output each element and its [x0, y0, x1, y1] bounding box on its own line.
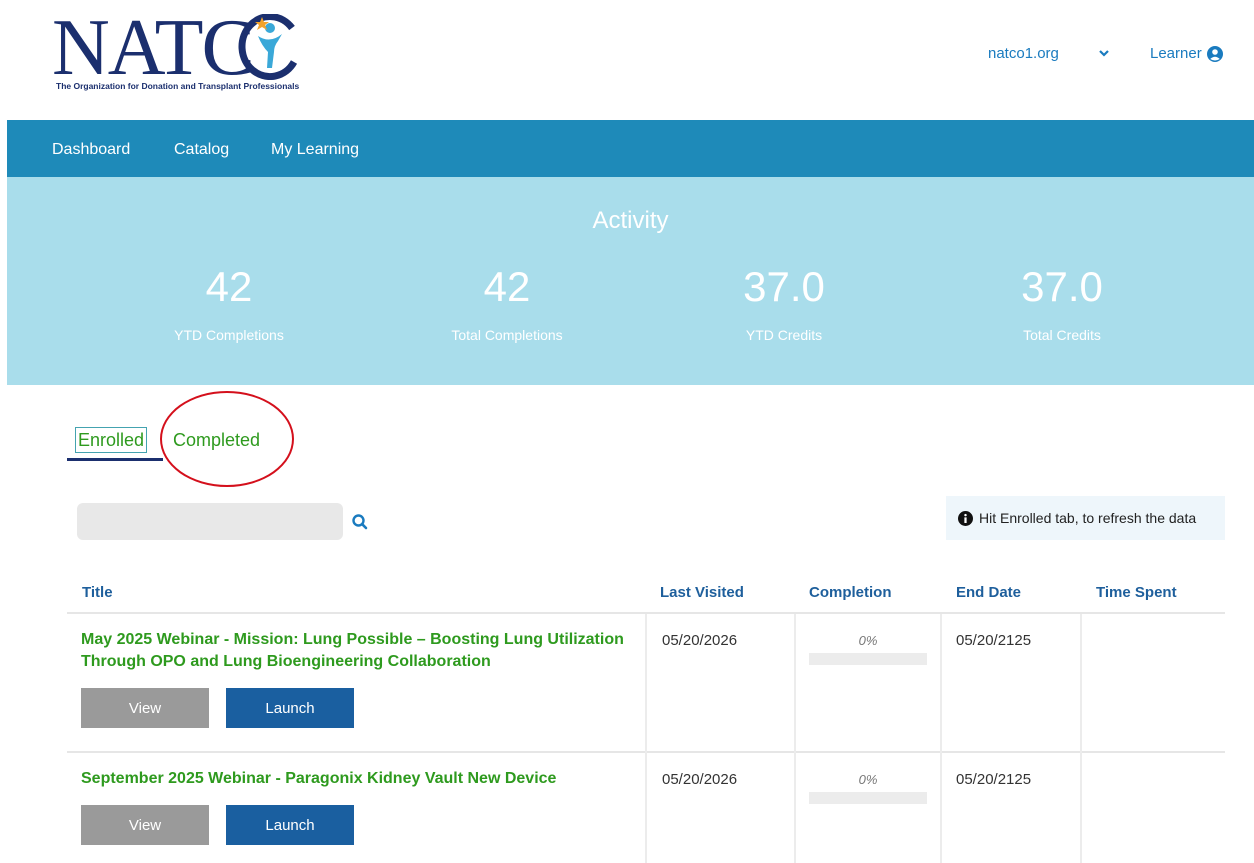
- active-tab-indicator: [67, 458, 163, 461]
- stat-value: 37.0: [1021, 263, 1103, 310]
- column-divider: [1080, 614, 1082, 863]
- stat-value: 37.0: [743, 263, 825, 310]
- completion-percent: 0%: [858, 633, 878, 648]
- annotation-circle: [160, 391, 294, 487]
- stat-value: 42: [483, 263, 531, 310]
- info-notice: Hit Enrolled tab, to refresh the data: [946, 496, 1225, 540]
- nav-item-dashboard[interactable]: Dashboard: [52, 141, 130, 159]
- search-icon[interactable]: [351, 513, 369, 531]
- nav-item-my-learning[interactable]: My Learning: [271, 141, 359, 159]
- learner-menu[interactable]: Learner: [1150, 45, 1223, 62]
- stat-label: Total Completions: [451, 327, 563, 343]
- column-header-last-visited[interactable]: Last Visited: [660, 584, 744, 601]
- last-visited-date: 05/20/2026: [662, 771, 738, 788]
- completion-progress-bar: [809, 792, 927, 804]
- chevron-down-icon[interactable]: [1098, 46, 1110, 60]
- column-divider: [645, 614, 647, 863]
- activity-panel: Activity 42 YTD Completions 42 Total Com…: [7, 177, 1254, 385]
- learner-label: Learner: [1150, 45, 1202, 62]
- nav-item-catalog[interactable]: Catalog: [174, 141, 229, 159]
- site-header: NATC The Organization for Donation and T…: [0, 0, 1254, 120]
- info-text: Hit Enrolled tab, to refresh the data: [979, 510, 1197, 526]
- stat-total-credits: 37.0 Total Credits: [952, 263, 1172, 343]
- launch-button[interactable]: Launch: [226, 805, 354, 845]
- stat-total-completions: 42 Total Completions: [397, 263, 617, 343]
- end-date: 05/20/2125: [956, 771, 1032, 788]
- course-title[interactable]: May 2025 Webinar - Mission: Lung Possibl…: [81, 629, 641, 673]
- column-divider: [794, 614, 796, 863]
- end-date: 05/20/2125: [956, 632, 1032, 649]
- column-header-title[interactable]: Title: [82, 584, 113, 601]
- column-header-time-spent[interactable]: Time Spent: [1096, 584, 1177, 601]
- column-divider: [940, 614, 942, 863]
- view-button[interactable]: View: [81, 688, 209, 728]
- stat-ytd-credits: 37.0 YTD Credits: [674, 263, 894, 343]
- activity-title: Activity: [592, 207, 669, 234]
- view-button[interactable]: View: [81, 805, 209, 845]
- site-link[interactable]: natco1.org: [988, 45, 1059, 62]
- stat-label: YTD Completions: [174, 327, 284, 343]
- course-title[interactable]: September 2025 Webinar - Paragonix Kidne…: [81, 768, 641, 790]
- logo-wordmark: NATC: [52, 4, 255, 92]
- stat-label: Total Credits: [1023, 327, 1101, 343]
- search-input[interactable]: [77, 503, 343, 540]
- stat-ytd-completions: 42 YTD Completions: [119, 263, 339, 343]
- launch-button[interactable]: Launch: [226, 688, 354, 728]
- completion-percent: 0%: [858, 772, 878, 787]
- logo-figure-icon: [238, 14, 298, 80]
- column-header-end-date[interactable]: End Date: [956, 584, 1021, 601]
- logo-tagline: The Organization for Donation and Transp…: [56, 81, 300, 91]
- column-header-completion[interactable]: Completion: [809, 584, 892, 601]
- completion-progress-bar: [809, 653, 927, 665]
- last-visited-date: 05/20/2026: [662, 632, 738, 649]
- main-nav: Dashboard Catalog My Learning: [7, 120, 1254, 177]
- user-circle-icon: [1206, 45, 1223, 62]
- stat-value: 42: [205, 263, 253, 310]
- tab-enrolled[interactable]: Enrolled: [75, 427, 148, 453]
- info-circle-icon: [958, 510, 973, 526]
- natco-logo[interactable]: NATC The Organization for Donation and T…: [52, 8, 302, 96]
- stat-label: YTD Credits: [745, 327, 823, 343]
